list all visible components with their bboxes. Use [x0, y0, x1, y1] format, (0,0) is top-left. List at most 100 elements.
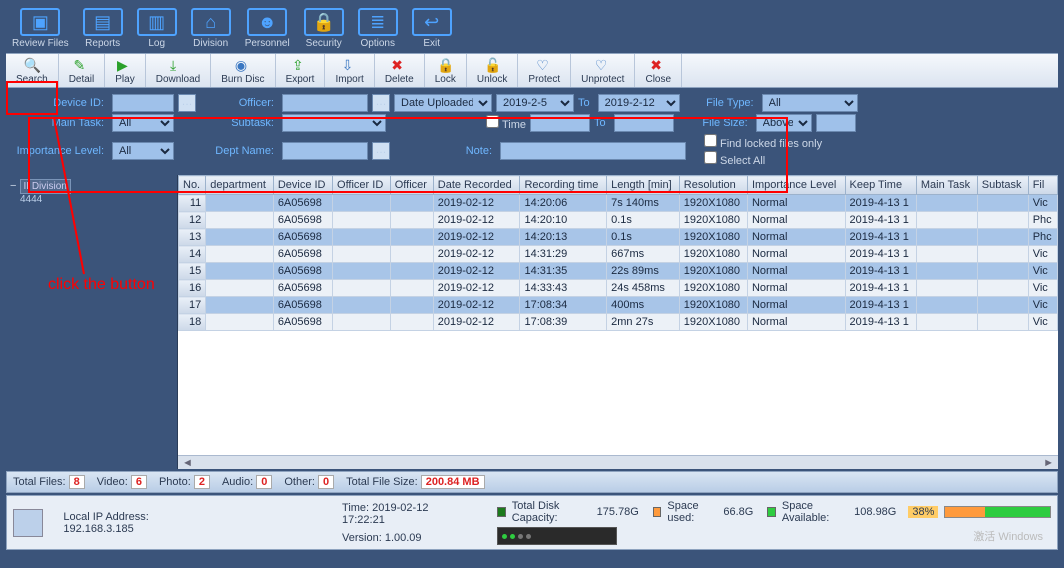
date-uploaded-select[interactable]: Date Uploaded: [394, 94, 492, 112]
lock-icon: 🔒: [304, 8, 344, 36]
table-row[interactable]: 126A056982019-02-1214:20:100.1s1920X1080…: [179, 212, 1058, 229]
col-5[interactable]: Date Recorded: [433, 176, 520, 195]
col-7[interactable]: Length [min]: [607, 176, 680, 195]
table-row[interactable]: 186A056982019-02-1217:08:392mn 27s1920X1…: [179, 314, 1058, 331]
col-6[interactable]: Recording time: [520, 176, 607, 195]
table-row[interactable]: 156A056982019-02-1214:31:3522s 89ms1920X…: [179, 263, 1058, 280]
play-label: Play: [115, 74, 134, 85]
table-row[interactable]: 136A056982019-02-1214:20:130.1s1920X1080…: [179, 229, 1058, 246]
cell-no: 13: [179, 229, 206, 246]
time-from-input[interactable]: [530, 114, 590, 132]
cell-imp: Normal: [747, 263, 845, 280]
table-row[interactable]: 146A056982019-02-1214:31:29667ms1920X108…: [179, 246, 1058, 263]
col-11[interactable]: Main Task: [916, 176, 977, 195]
file-size-mode-select[interactable]: Above: [756, 114, 812, 132]
close-button[interactable]: ✖Close: [635, 54, 682, 87]
file-size-input[interactable]: [816, 114, 856, 132]
dept-picker[interactable]: …: [372, 142, 390, 160]
cell-date: 2019-02-12: [433, 212, 520, 229]
toolbar-log[interactable]: ▥Log: [133, 6, 181, 51]
importance-select[interactable]: All: [112, 142, 174, 160]
subtask-select[interactable]: [282, 114, 386, 132]
download-button[interactable]: ⤓Download: [146, 54, 211, 87]
toolbar-security[interactable]: 🔒Security: [300, 6, 348, 51]
note-input[interactable]: [500, 142, 686, 160]
col-9[interactable]: Importance Level: [747, 176, 845, 195]
col-4[interactable]: Officer: [390, 176, 433, 195]
play-button[interactable]: ▶Play: [105, 54, 145, 87]
disk-total-label: Total Disk Capacity:: [512, 500, 591, 524]
col-0[interactable]: No.: [179, 176, 206, 195]
cell-no: 14: [179, 246, 206, 263]
select-all-checkbox[interactable]: [704, 151, 717, 164]
person-icon: ☻: [247, 8, 287, 36]
table-row[interactable]: 166A056982019-02-1214:33:4324s 458ms1920…: [179, 280, 1058, 297]
toolbar-review[interactable]: ▣Review Files: [8, 6, 73, 51]
status-bar: Local IP Address: 192.168.3.185 Time: 20…: [6, 495, 1058, 550]
officer-picker[interactable]: …: [372, 94, 390, 112]
unlock-button[interactable]: 🔓Unlock: [467, 54, 519, 87]
date-from-select[interactable]: 2019-2-5: [496, 94, 574, 112]
toolbar-reports[interactable]: ▤Reports: [79, 6, 127, 51]
table-row[interactable]: 176A056982019-02-1217:08:34400ms1920X108…: [179, 297, 1058, 314]
total-size-value: 200.84 MB: [421, 475, 485, 489]
date-to-select[interactable]: 2019-2-12: [598, 94, 680, 112]
horizontal-scrollbar[interactable]: ◄►: [178, 455, 1058, 469]
device-id-label: Device ID:: [12, 97, 108, 109]
cell-oid: [333, 263, 391, 280]
device-id-input[interactable]: [112, 94, 174, 112]
cell-st: [977, 263, 1028, 280]
burn-button[interactable]: ◉Burn Disc: [211, 54, 275, 87]
toolbar-personnel-label: Personnel: [245, 38, 290, 49]
toolbar-options[interactable]: ≣Options: [354, 6, 402, 51]
table-row[interactable]: 116A056982019-02-1214:20:067s 140ms1920X…: [179, 195, 1058, 212]
toolbar-exit[interactable]: ↩Exit: [408, 6, 456, 51]
main-task-select[interactable]: All: [112, 114, 174, 132]
version-value: 1.00.09: [385, 532, 422, 544]
dept-input[interactable]: [282, 142, 368, 160]
file-type-select[interactable]: All: [762, 94, 858, 112]
tree-root-node[interactable]: II Division: [20, 179, 71, 194]
col-12[interactable]: Subtask: [977, 176, 1028, 195]
col-2[interactable]: Device ID: [273, 176, 332, 195]
toolbar-personnel[interactable]: ☻ Personnel: [241, 6, 294, 51]
disk-usage-bar: [944, 506, 1051, 518]
cell-off: [390, 246, 433, 263]
import-label: Import: [335, 74, 363, 85]
tree-collapse-icon[interactable]: −: [10, 180, 16, 192]
export-icon: ⇪: [292, 57, 308, 73]
space-avail-label: Space Available:: [782, 500, 848, 524]
find-locked-checkbox[interactable]: [704, 134, 717, 147]
export-button[interactable]: ⇪Export: [276, 54, 326, 87]
col-10[interactable]: Keep Time: [845, 176, 916, 195]
find-locked-checkbox-label[interactable]: Find locked files only: [704, 134, 822, 150]
cell-dev: 6A05698: [273, 280, 332, 297]
cell-res: 1920X1080: [679, 263, 747, 280]
time-checkbox[interactable]: [486, 115, 499, 128]
cell-ft: Phc: [1028, 212, 1057, 229]
col-3[interactable]: Officer ID: [333, 176, 391, 195]
download-icon: ⤓: [170, 57, 186, 73]
officer-input[interactable]: [282, 94, 368, 112]
cell-date: 2019-02-12: [433, 280, 520, 297]
time-to-input[interactable]: [614, 114, 674, 132]
total-files-value: 8: [69, 475, 85, 489]
select-all-checkbox-label[interactable]: Select All: [704, 151, 822, 167]
space-used-swatch: [653, 507, 662, 517]
unprotect-button[interactable]: ♡Unprotect: [571, 54, 635, 87]
lock-button[interactable]: 🔒Lock: [425, 54, 467, 87]
protect-button[interactable]: ♡Protect: [518, 54, 571, 87]
search-button[interactable]: 🔍Search: [6, 54, 59, 87]
cell-ft: Vic: [1028, 195, 1057, 212]
time-checkbox-label[interactable]: Time: [486, 115, 526, 131]
import-button[interactable]: ⇩Import: [325, 54, 374, 87]
toolbar-division[interactable]: ⌂Division: [187, 6, 235, 51]
delete-button[interactable]: ✖Delete: [375, 54, 425, 87]
cell-oid: [333, 246, 391, 263]
cell-off: [390, 314, 433, 331]
col-8[interactable]: Resolution: [679, 176, 747, 195]
detail-button[interactable]: ✎Detail: [59, 54, 106, 87]
col-1[interactable]: department: [206, 176, 274, 195]
device-id-picker[interactable]: …: [178, 94, 196, 112]
col-13[interactable]: Fil: [1028, 176, 1057, 195]
